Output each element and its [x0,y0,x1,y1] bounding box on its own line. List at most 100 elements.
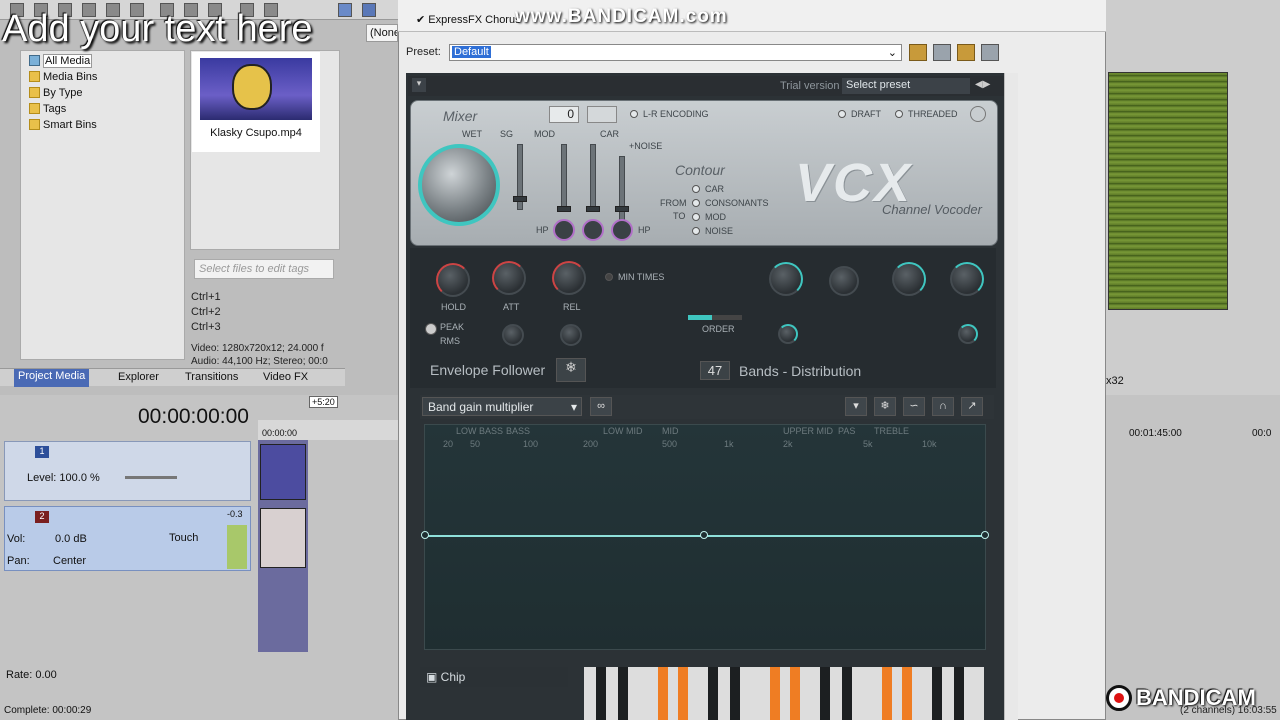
piano-key-active[interactable] [790,667,800,720]
audio-track-header[interactable]: 2 Vol: 0.0 dB Pan: Center Touch -0.3 [4,506,251,571]
sg-fader-cap[interactable] [513,196,527,202]
plugin-scrollbar[interactable] [1004,73,1018,720]
piano-key[interactable] [730,667,740,720]
hold-knob[interactable] [436,263,470,297]
menu-arrow-icon[interactable]: ▾ [412,78,426,92]
contour-radio-car[interactable] [692,185,700,193]
hp-knob-car[interactable] [582,219,604,241]
envelope-tool-icon[interactable] [362,3,376,17]
piano-key[interactable] [932,667,942,720]
contour-radio-mod[interactable] [692,213,700,221]
mod-fader-cap[interactable] [557,206,571,212]
folder-icon [29,103,40,114]
tags-input[interactable]: Select files to edit tags [194,259,334,279]
tree-item-by-type[interactable]: By Type [29,87,83,101]
piano-key-active[interactable] [770,667,780,720]
att-knob[interactable] [492,261,526,295]
car-fader[interactable] [590,144,596,210]
cursor-tool-icon[interactable] [338,3,352,17]
level-slider[interactable] [125,476,177,479]
ruler-time-right-2: 00:0 [1252,428,1272,439]
tree-item-all-media[interactable]: All Media [29,54,93,69]
piano-key[interactable] [954,667,964,720]
prev-next-preset-icon[interactable]: ◀▶ [975,79,990,90]
track-level: Level: 100.0 % [27,472,100,484]
piano-key-active[interactable] [658,667,668,720]
fx-chain-checkbox[interactable]: ✔ ExpressFX Chorus [416,13,521,26]
sg-label: SG [500,129,514,139]
freq-number: 10k [922,439,937,449]
piano-key[interactable] [596,667,606,720]
piano-key[interactable] [820,667,830,720]
tab-explorer[interactable]: Explorer [118,371,159,383]
preset-dropdown[interactable]: Default ⌄ [449,44,902,61]
piano-key-active[interactable] [678,667,688,720]
mixer-value-2[interactable] [587,106,617,123]
tab-project-media[interactable]: Project Media [14,369,90,387]
contour-radio-consonants[interactable] [692,199,700,207]
preset-manager-icon[interactable] [957,44,975,61]
mixer-value[interactable]: 0 [549,106,579,123]
hp-knob-noise[interactable] [611,219,633,241]
draft-toggle[interactable] [838,110,846,118]
curve-point[interactable] [700,531,708,539]
noise-fader-cap[interactable] [615,206,629,212]
gender-knob[interactable] [892,262,926,296]
peak-rms-toggle[interactable] [425,323,437,335]
arrow-icon[interactable]: ↗ [961,397,983,416]
contour-radio-noise[interactable] [692,227,700,235]
curve-knob-1[interactable] [502,324,524,346]
select-preset-dropdown[interactable]: Select preset [842,78,970,94]
width-knob[interactable] [829,266,859,296]
save-preset-icon[interactable] [933,44,951,61]
piano-keyboard[interactable] [584,667,984,720]
dropdown-arrow-icon[interactable]: ▾ [845,397,867,416]
audio-clip[interactable] [260,508,306,568]
band-gain-dropdown[interactable]: Band gain multiplier ▾ [422,397,582,416]
hp-label-2: HP [638,225,651,235]
tree-item-media-bins[interactable]: Media Bins [29,71,98,85]
touch-dropdown[interactable]: Touch [169,532,198,544]
bands-value[interactable]: 47 [700,361,730,380]
video-track-header[interactable]: 1 Level: 100.0 % [4,441,251,501]
curve-knob-2[interactable] [560,324,582,346]
freq-name: TREBLE [874,426,910,436]
tab-transitions[interactable]: Transitions [185,371,238,383]
copy-preset-icon[interactable] [981,44,999,61]
magnet-icon[interactable]: ∩ [932,397,954,416]
piano-key[interactable] [842,667,852,720]
tab-video-fx[interactable]: Video FX [263,371,308,383]
chip-dropdown[interactable]: ▣ Chip [420,667,568,687]
tree-item-label: Media Bins [43,71,98,83]
rel-knob[interactable] [552,261,586,295]
snowflake-icon[interactable]: ❄ [556,358,586,382]
stereo-knob[interactable] [769,262,803,296]
tree-item-smart-bins[interactable]: Smart Bins [29,119,97,133]
curve-point[interactable] [981,531,989,539]
tree-item-tags[interactable]: Tags [29,103,66,117]
hp-knob-mod[interactable] [553,219,575,241]
curve-point[interactable] [421,531,429,539]
draw-icon[interactable]: ∽ [903,397,925,416]
piano-key-active[interactable] [882,667,892,720]
piano-key-active[interactable] [902,667,912,720]
car-fader-cap[interactable] [586,206,600,212]
lr-encoding-toggle[interactable] [630,110,638,118]
threaded-toggle[interactable] [895,110,903,118]
settings-icon[interactable] [970,106,986,122]
piano-key[interactable] [618,667,628,720]
voices-knob[interactable] [950,262,984,296]
mod-fader[interactable] [561,144,567,210]
noise-fader[interactable] [619,156,625,222]
link-icon[interactable]: ∞ [590,397,612,416]
mix-knob-small[interactable] [958,324,978,344]
video-clip[interactable] [260,444,306,500]
open-preset-icon[interactable] [909,44,927,61]
min-times-toggle[interactable] [605,273,613,281]
none-dropdown[interactable]: (None [366,24,398,42]
freeze-icon[interactable]: ❄ [874,397,896,416]
piano-key[interactable] [708,667,718,720]
curve-knob-teal[interactable] [778,324,798,344]
wet-knob[interactable] [418,144,500,226]
order-indicator[interactable] [688,315,742,320]
